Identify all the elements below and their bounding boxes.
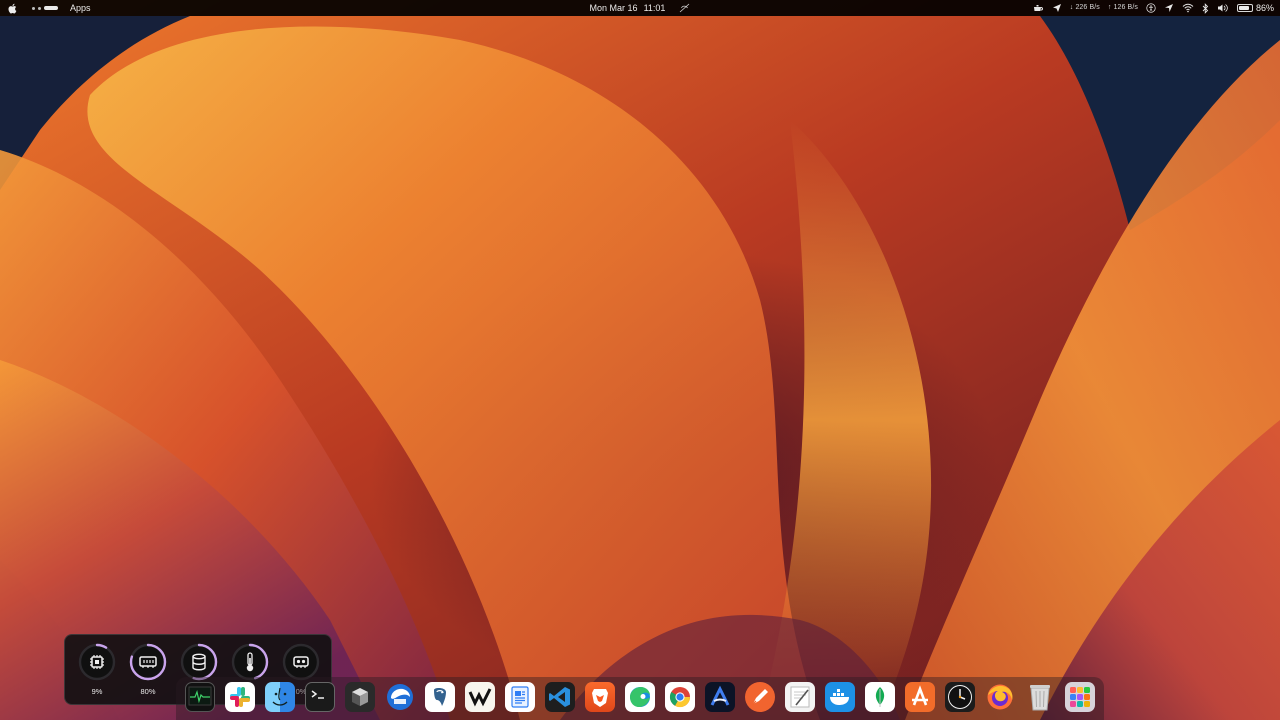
memory-value: 80% [140,687,156,696]
arc-a-icon [710,685,730,706]
network-download-rate[interactable]: ↓ 226 B/s [1070,0,1100,16]
activity-monitor-icon [188,686,212,706]
dock-app-trash[interactable] [1025,682,1055,712]
dock-app-docker[interactable] [825,682,855,712]
cpu-value: 9% [91,687,103,696]
dock-app-launchpad[interactable] [1065,682,1095,712]
edge-icon [630,687,650,707]
dock-app-thunderbird[interactable] [385,682,415,712]
vscode-icon [549,687,570,707]
menubar-date[interactable]: Mon Mar 16 [590,0,638,16]
network-upload-rate[interactable]: ↑ 126 B/s [1108,0,1138,16]
firefox-icon [987,684,1013,710]
chrome-icon [669,687,691,708]
battery-status[interactable]: 86% [1236,0,1274,16]
do-not-disturb-icon[interactable] [679,0,690,16]
menu-bar: Apps Mon Mar 16 11:01 ↓ 226 B/s ↑ 126 B/… [0,0,1280,16]
send-paper-plane-icon[interactable] [1052,0,1062,16]
brave-lion-icon [592,689,608,707]
dock-app-app-store[interactable] [905,682,935,712]
dock-app-warp[interactable] [465,682,495,712]
space-indicator[interactable] [32,6,58,10]
volume-icon[interactable] [1217,0,1229,16]
dock-app-terminal[interactable] [305,682,335,712]
memory-gauge: 80% [126,642,170,696]
slack-icon [230,687,250,707]
location-arrow-icon[interactable] [1164,0,1174,16]
dock-app-finder[interactable] [265,682,295,712]
app-store-icon [912,685,928,706]
dock-app-textedit[interactable] [785,682,815,712]
dock-app-brave[interactable] [585,682,615,712]
dock-app-edge[interactable] [625,682,655,712]
dock-app-cube[interactable] [345,682,375,712]
dock-app-slack[interactable] [225,682,255,712]
clock-icon [948,685,972,709]
wifi-icon[interactable] [1182,0,1194,16]
thunderbird-icon [387,684,413,710]
terminal-icon [311,690,324,699]
dock-app-mongodb[interactable] [865,682,895,712]
pen-icon [752,689,768,705]
launchpad-grid-icon [1070,687,1090,707]
mongodb-leaf-icon [875,687,885,707]
dock-app-quill[interactable] [745,682,775,712]
cube-icon [352,688,368,706]
docker-whale-icon [830,689,849,705]
teapot-icon[interactable] [1032,0,1044,16]
menubar-time[interactable]: 11:01 [644,0,666,16]
dock-app-activity-monitor[interactable] [185,682,215,712]
bluetooth-icon[interactable] [1202,0,1209,16]
finder-icon [272,687,288,706]
warp-w-icon [468,688,492,707]
cpu-gauge: 9% [75,642,119,696]
document-icon [511,686,529,708]
desktop-wallpaper [0,0,1280,720]
accessibility-icon[interactable] [1146,0,1156,16]
textedit-icon [790,686,810,708]
dock-app-clock[interactable] [945,682,975,712]
dock-app-vscode[interactable] [545,682,575,712]
battery-percent: 86% [1255,3,1274,13]
app-menu-label[interactable]: Apps [70,0,91,16]
dock-app-firefox[interactable] [985,682,1015,712]
apple-logo-icon[interactable] [8,0,18,16]
dock-app-postgres[interactable] [425,682,455,712]
dock-app-pages[interactable] [505,682,535,712]
elephant-icon [434,687,446,706]
battery-icon [1236,4,1253,12]
dock-app-arc[interactable] [705,682,735,712]
dock-app-chrome[interactable] [665,682,695,712]
trash-icon [1030,685,1050,711]
cpu-chip-icon [90,655,104,669]
